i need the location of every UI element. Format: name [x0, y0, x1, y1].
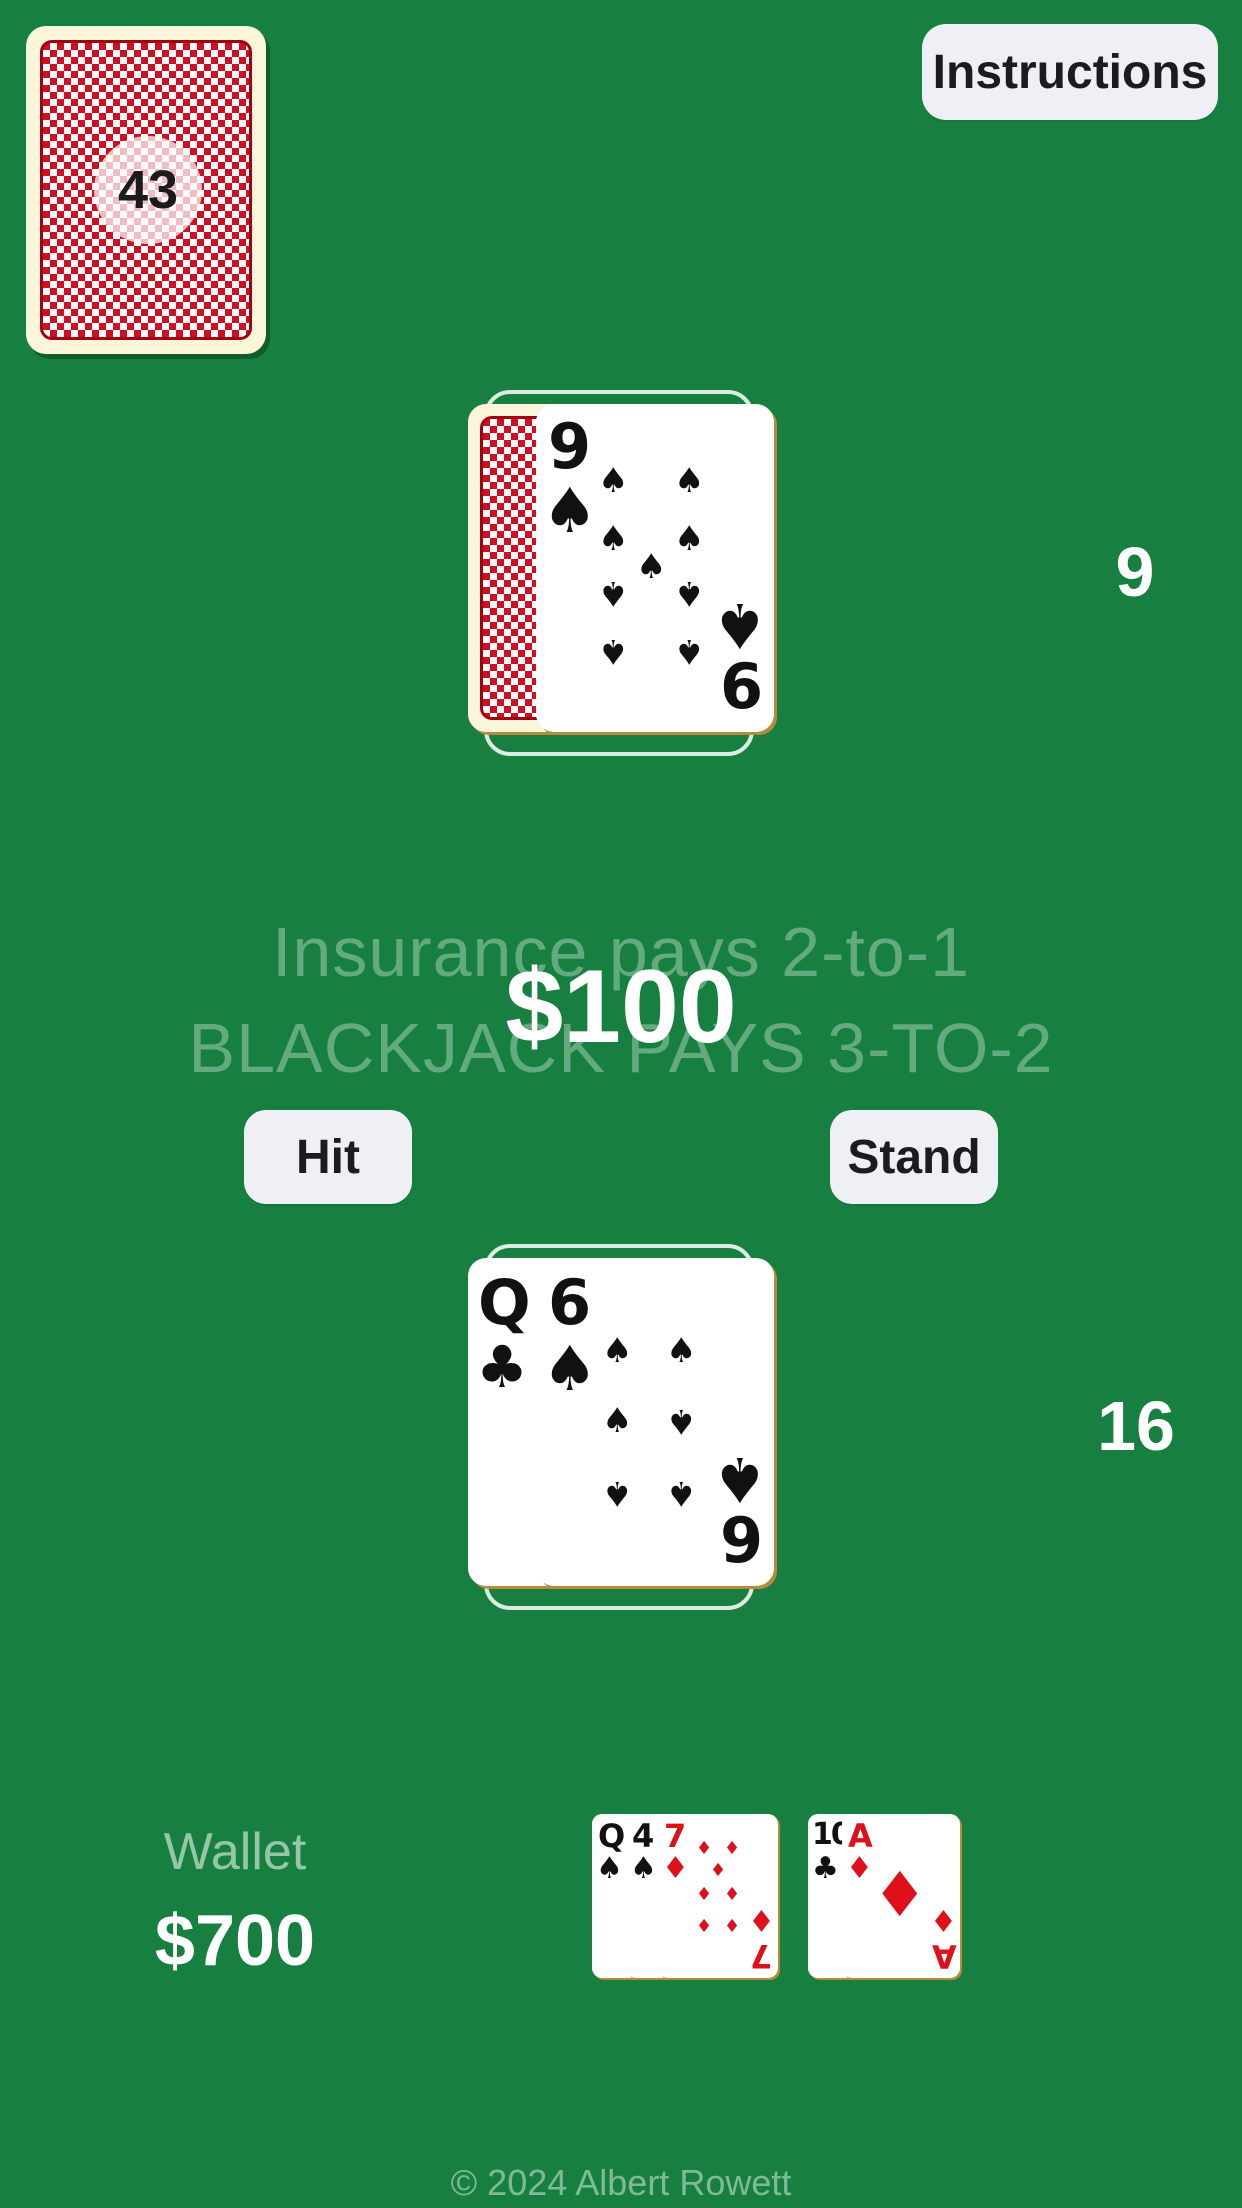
diamond-icon: ♦: [748, 1902, 775, 1937]
card-bottom-rank: 7: [750, 1937, 773, 1975]
card-rank: 7: [664, 1817, 687, 1855]
card-rank: A: [848, 1817, 873, 1855]
instructions-button[interactable]: Instructions: [922, 24, 1218, 120]
player-card-6-spades: 6 ♠ ♠ ♠ ♠ ♠ ♠ ♠ ♠ 9: [536, 1258, 774, 1586]
wallet-amount: $700: [154, 1901, 316, 1981]
hit-button[interactable]: Hit: [244, 1110, 412, 1204]
spade-icon: ♠: [712, 589, 768, 662]
spade-icon: ♠: [674, 461, 705, 501]
spade-icon: ♠: [596, 1851, 623, 1886]
spade-icon: ♠: [598, 461, 629, 501]
bet-amount: $100: [505, 949, 737, 1065]
diamond-icon: ♦: [724, 1838, 741, 1859]
diamond-icon: ♦: [696, 1884, 713, 1905]
spade-icon: ♠: [674, 573, 705, 613]
diamond-icon: ♦: [724, 1884, 741, 1905]
deck-pile: 43: [26, 26, 266, 354]
spade-icon: ♠: [602, 1401, 633, 1441]
spade-icon: ♠: [602, 1473, 633, 1513]
mini-card-ace-diamonds: A ♦ ♦ ♦ A: [842, 1814, 960, 1978]
diamond-icon: ♦: [710, 1860, 727, 1881]
card-bottom-rank: A: [932, 1937, 957, 1975]
diamond-icon: ♦: [724, 1916, 741, 1937]
diamond-icon: ♦: [696, 1838, 713, 1859]
spade-icon: ♠: [674, 519, 705, 559]
spade-icon: ♠: [666, 1401, 697, 1441]
spade-icon: ♠: [636, 547, 667, 587]
mini-hand-group-1: Q ♠ 4 ♠ 7 ♦ ♦ ♦ ♦ ♦ ♦ ♦ ♦ ♦ 7: [592, 1814, 792, 1982]
wallet-label: Wallet: [163, 1823, 307, 1881]
player-total: 16: [1097, 1387, 1175, 1465]
diamond-icon: ♦: [696, 1916, 713, 1937]
spade-icon: ♠: [666, 1473, 697, 1513]
diamond-icon: ♦: [872, 1858, 928, 1931]
card-rank: Q: [598, 1817, 626, 1855]
card-bottom-rank: 6: [720, 650, 764, 723]
card-rank: 4: [632, 1817, 655, 1855]
dealer-total: 9: [1115, 533, 1155, 611]
club-icon: ♣: [476, 1333, 528, 1401]
spade-icon: ♠: [598, 573, 629, 613]
card-rank: 6: [548, 1266, 592, 1339]
diamond-icon: ♦: [846, 1851, 873, 1886]
spade-icon: ♠: [630, 1851, 657, 1886]
spade-icon: ♠: [602, 1331, 633, 1371]
card-bottom-rank: 9: [720, 1504, 764, 1577]
spade-icon: ♠: [674, 631, 705, 671]
spade-icon: ♠: [542, 1332, 598, 1405]
card-rank: Q: [478, 1266, 531, 1339]
diamond-icon: ♦: [662, 1851, 689, 1886]
club-icon: ♣: [812, 1851, 839, 1886]
spade-icon: ♠: [598, 631, 629, 671]
dealer-card-9-spades: 9 ♠ ♠ ♠ ♠ ♠ ♠ ♠ ♠ ♠ ♠ ♠ 6: [536, 404, 774, 732]
spade-icon: ♠: [712, 1443, 768, 1516]
stand-button[interactable]: Stand: [830, 1110, 998, 1204]
card-rank: 9: [548, 410, 592, 483]
spade-icon: ♠: [666, 1331, 697, 1371]
diamond-icon: ♦: [930, 1902, 957, 1937]
spade-icon: ♠: [542, 474, 598, 547]
spade-icon: ♠: [598, 519, 629, 559]
mini-card-7-diamonds: 7 ♦ ♦ ♦ ♦ ♦ ♦ ♦ ♦ ♦ 7: [658, 1814, 778, 1978]
copyright-footer: © 2024 Albert Rowett: [450, 2162, 792, 2203]
deck-count-badge: 43: [94, 136, 202, 244]
mini-hand-group-2: 10 ♣ A ♦ ♦ ♦ A: [808, 1814, 968, 1982]
